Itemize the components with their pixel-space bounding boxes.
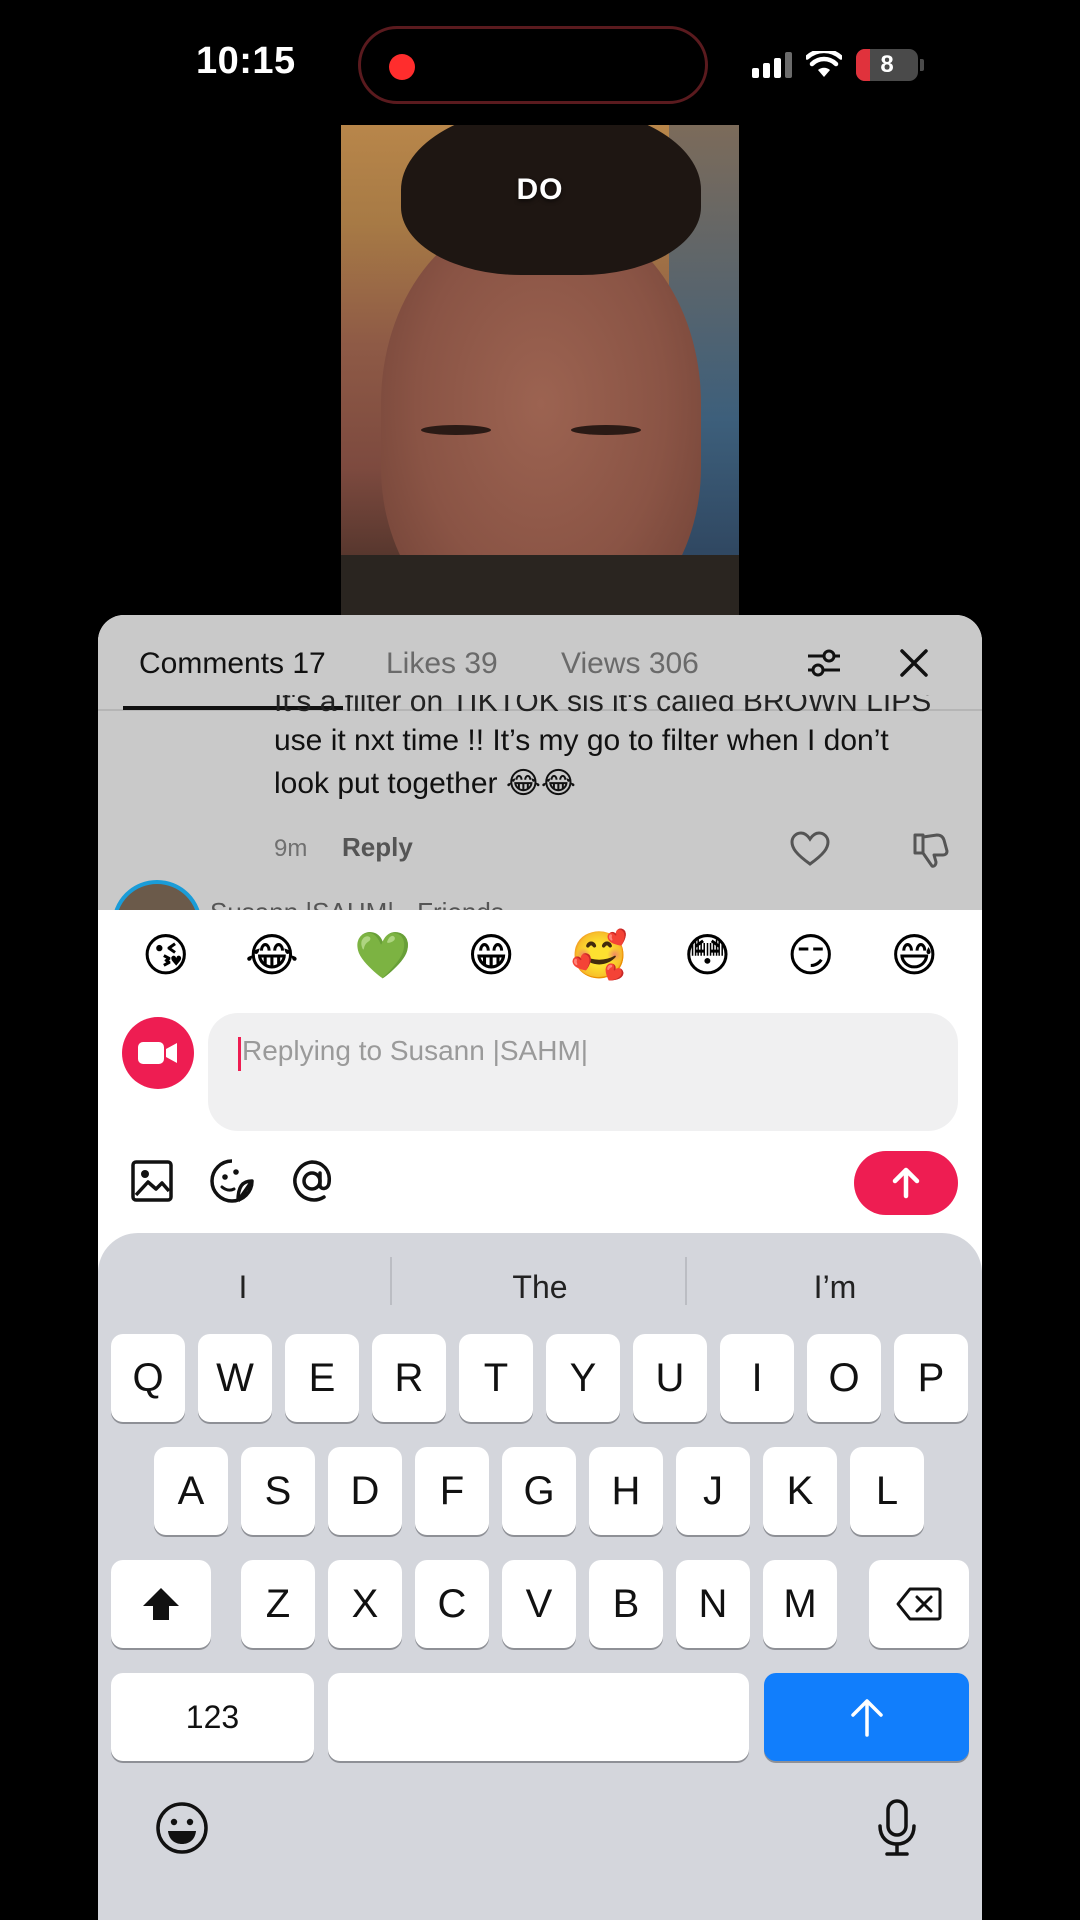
comments-list-dimmed: Comments 17 Likes 39 Views 306 It's a fi… [98,615,982,970]
reply-button[interactable]: Reply [342,832,413,863]
mention-icon[interactable] [288,1157,336,1205]
comment-input-placeholder: Replying to Susann |SAHM| [242,1035,589,1066]
key-h[interactable]: H [589,1447,663,1535]
quick-emoji-bar: 😘 😂 💚 😁 🥰 😳 😏 😅 [98,910,982,1000]
dislike-icon[interactable] [911,831,949,869]
heart-icon[interactable] [790,831,830,867]
emoji-joy[interactable]: 😂 [245,932,299,978]
key-u[interactable]: U [633,1334,707,1422]
next-comment-username: Susann |SAHM| · Friends [210,893,504,910]
key-q[interactable]: Q [111,1334,185,1422]
key-d[interactable]: D [328,1447,402,1535]
key-b[interactable]: B [589,1560,663,1648]
comment-text-line-1: use it nxt time !! It’s my go to filter … [274,724,889,757]
key-x[interactable]: X [328,1560,402,1648]
ios-keyboard: I The I’m Q W E R T Y U I O P A S D F G … [98,1233,982,1920]
emoji-smirk[interactable]: 😏 [787,932,835,978]
key-f[interactable]: F [415,1447,489,1535]
key-i[interactable]: I [720,1334,794,1422]
comment-text-clipped: It's a filter on TIKTOK sis it's called … [274,695,932,718]
video-preview[interactable]: DO [341,125,739,615]
key-v[interactable]: V [502,1560,576,1648]
emoji-sweat-smile[interactable]: 😅 [890,932,938,978]
battery-icon: 8 [856,49,918,81]
comment-text-line-2: look put together 😂😂 [274,767,576,800]
recording-indicator-icon [389,54,415,80]
key-n[interactable]: N [676,1560,750,1648]
arrow-up-icon [892,1167,920,1199]
backspace-icon [896,1587,942,1621]
space-key[interactable] [328,1673,749,1761]
emoji-keyboard-icon[interactable] [154,1800,210,1856]
key-l[interactable]: L [850,1447,924,1535]
key-g[interactable]: G [502,1447,576,1535]
key-t[interactable]: T [459,1334,533,1422]
suggestion-3[interactable]: I’m [695,1269,975,1306]
key-s[interactable]: S [241,1447,315,1535]
cellular-signal-icon [752,52,792,78]
filter-sliders-icon[interactable] [804,643,844,683]
delete-key[interactable] [869,1560,969,1648]
close-icon[interactable] [894,643,934,683]
dynamic-island[interactable] [358,26,708,104]
send-button[interactable] [854,1151,958,1215]
emoji-green-heart[interactable]: 💚 [354,932,411,978]
comment-body: It's a filter on TIKTOK sis it's called … [274,695,974,805]
emoji-flushed[interactable]: 😳 [683,932,731,978]
emoji-smiling-hearts[interactable]: 🥰 [571,932,628,978]
key-m[interactable]: M [763,1560,837,1648]
suggestion-1[interactable]: I [103,1269,383,1306]
image-icon[interactable] [128,1157,176,1205]
battery-level: 8 [880,51,894,78]
emoji-kiss[interactable]: 😘 [142,932,190,978]
suggestion-2[interactable]: The [400,1269,680,1306]
key-y[interactable]: Y [546,1334,620,1422]
shift-key[interactable] [111,1560,211,1648]
tab-comments[interactable]: Comments 17 [139,647,326,681]
video-camera-icon [138,1042,177,1064]
numbers-key[interactable]: 123 [111,1673,314,1761]
key-a[interactable]: A [154,1447,228,1535]
key-o[interactable]: O [807,1334,881,1422]
wifi-icon [806,51,842,77]
arrow-up-icon [850,1699,883,1737]
comments-sheet: Comments 17 Likes 39 Views 306 It's a fi… [98,615,982,1920]
key-r[interactable]: R [372,1334,446,1422]
video-reply-button[interactable] [122,1017,194,1089]
return-key[interactable] [764,1673,969,1761]
tab-likes[interactable]: Likes 39 [386,647,498,681]
key-j[interactable]: J [676,1447,750,1535]
key-w[interactable]: W [198,1334,272,1422]
screen: 10:15 8 DO Comments 17 Likes 39 Views 30… [0,0,1080,1920]
status-time: 10:15 [196,40,296,82]
text-cursor [238,1037,241,1071]
shift-icon [143,1588,179,1620]
key-e[interactable]: E [285,1334,359,1422]
key-k[interactable]: K [763,1447,837,1535]
comment-input[interactable]: Replying to Susann |SAHM| [208,1013,958,1131]
key-c[interactable]: C [415,1560,489,1648]
sticker-icon[interactable] [208,1157,256,1205]
key-p[interactable]: P [894,1334,968,1422]
status-indicators: 8 [752,48,924,82]
tab-views[interactable]: Views 306 [561,647,699,681]
microphone-icon[interactable] [875,1798,919,1858]
comment-timestamp: 9m [274,835,308,862]
video-caption: DO [516,173,564,206]
key-z[interactable]: Z [241,1560,315,1648]
emoji-grin[interactable]: 😁 [467,932,515,978]
